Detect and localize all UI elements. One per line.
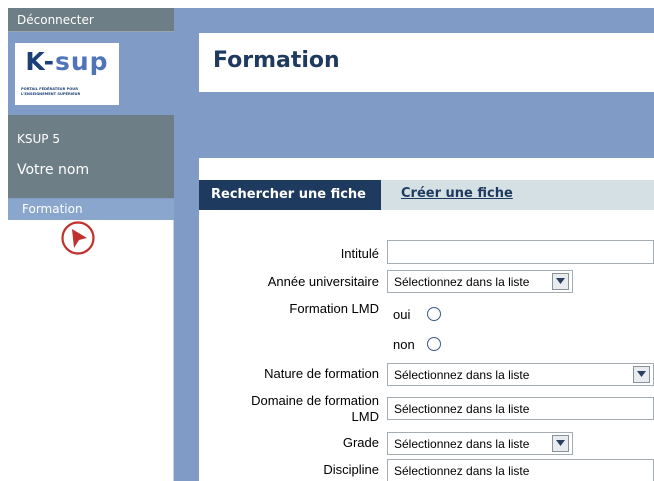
sidebar-panel	[8, 220, 174, 481]
chevron-down-icon[interactable]	[633, 366, 650, 383]
domaine-label: Domaine de formation	[251, 393, 379, 408]
sidebar: Déconnecter K-sup Portail fédérateur pou…	[8, 8, 174, 481]
discipline-label: Discipline	[323, 462, 379, 477]
user-name: Votre nom	[17, 162, 90, 178]
site-info: KSUP 5 Votre nom	[8, 115, 174, 198]
discipline-select-value: Sélectionnez dans la liste	[394, 464, 530, 478]
grade-select-value: Sélectionnez dans la liste	[394, 437, 530, 451]
lmd-oui-label: oui	[393, 307, 411, 322]
annee-select[interactable]: Sélectionnez dans la liste	[387, 270, 573, 293]
app-frame: Déconnecter K-sup Portail fédérateur pou…	[8, 8, 654, 481]
logout-link[interactable]: Déconnecter	[8, 8, 174, 32]
logo-area: K-sup Portail fédérateur pour l'enseigne…	[8, 33, 174, 117]
annee-label: Année universitaire	[267, 274, 379, 289]
tab-bar: Rechercher une fiche Créer une fiche	[199, 180, 654, 210]
nature-select[interactable]: Sélectionnez dans la liste	[387, 363, 654, 386]
logo-sup: sup	[55, 47, 109, 76]
lmd-oui-radio[interactable]	[427, 307, 441, 321]
page-header: Formation	[199, 33, 654, 92]
grade-select[interactable]: Sélectionnez dans la liste	[387, 432, 573, 455]
lmd-non-label: non	[393, 337, 415, 352]
ksup-logo: K-sup Portail fédérateur pour l'enseigne…	[15, 43, 119, 105]
nature-label: Nature de formation	[264, 366, 379, 381]
domaine-select[interactable]: Sélectionnez dans la liste	[387, 397, 654, 420]
grade-label: Grade	[342, 435, 379, 450]
chevron-down-icon[interactable]	[552, 435, 569, 452]
intitule-label: Intitulé	[340, 246, 379, 261]
intitule-input[interactable]	[387, 240, 654, 264]
domaine-label-line2: LMD	[351, 409, 379, 424]
site-name: KSUP 5	[17, 132, 60, 146]
logo-wordmark: K-sup	[15, 47, 119, 87]
annee-select-value: Sélectionnez dans la liste	[394, 275, 530, 289]
tab-search-record[interactable]: Rechercher une fiche	[199, 180, 381, 210]
discipline-select[interactable]: Sélectionnez dans la liste	[387, 459, 654, 481]
logo-k: K-	[25, 47, 55, 76]
nature-select-value: Sélectionnez dans la liste	[394, 368, 530, 382]
page-title: Formation	[213, 48, 340, 73]
main-content: Rechercher une fiche Créer une fiche Int…	[199, 158, 654, 481]
domaine-select-value: Sélectionnez dans la liste	[394, 402, 530, 416]
logo-tagline: Portail fédérateur pour l'enseignement s…	[21, 87, 81, 96]
lmd-non-radio[interactable]	[427, 337, 441, 351]
arrow-pointer-circle-icon	[61, 221, 95, 255]
tab-create-record[interactable]: Créer une fiche	[401, 186, 513, 201]
lmd-label: Formation LMD	[289, 301, 379, 316]
sidebar-item-formation[interactable]: Formation	[8, 199, 174, 220]
chevron-down-icon[interactable]	[552, 273, 569, 290]
